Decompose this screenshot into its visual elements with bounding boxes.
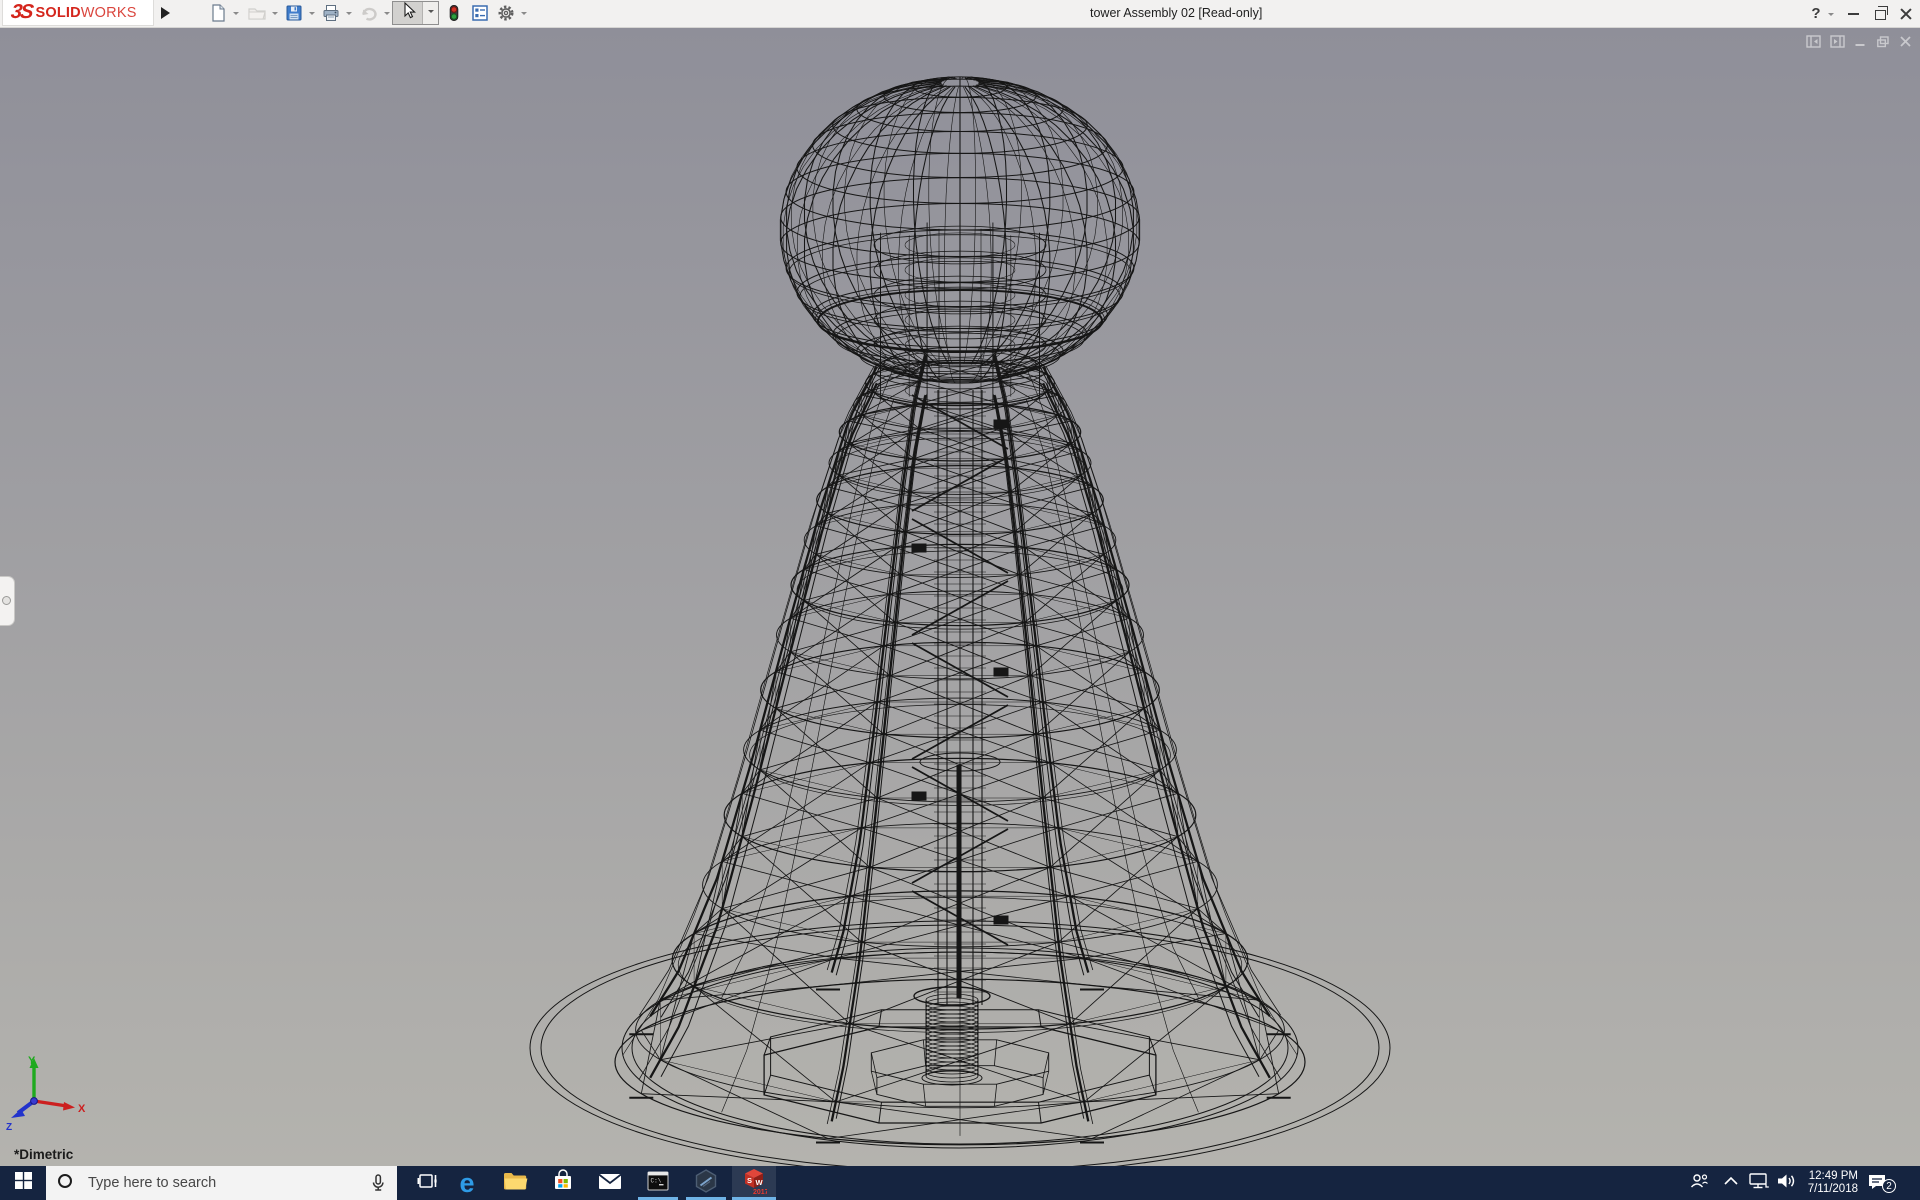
child-minimize-button[interactable]: [1854, 35, 1867, 48]
orientation-triad: Y X Z: [6, 1055, 86, 1133]
clock-time: 12:49 PM: [1808, 1170, 1858, 1182]
open-dropdown-caret[interactable]: [272, 12, 278, 18]
save-dropdown-caret[interactable]: [309, 12, 315, 18]
rebuild-button[interactable]: [444, 3, 466, 24]
undo-arrow-icon: [359, 7, 379, 27]
windows-taskbar: e C:\ SW 2017 12:49 PM 7/11/2018 2: [0, 1166, 1920, 1200]
taskbar-app-solidworks-composer[interactable]: [686, 1166, 726, 1200]
print-button[interactable]: [321, 3, 343, 24]
tray-people-button[interactable]: [1684, 1166, 1714, 1200]
select-tool-button[interactable]: [393, 1, 423, 25]
print-dropdown-caret[interactable]: [346, 12, 352, 18]
close-button[interactable]: [1894, 0, 1918, 27]
feature-tree-collapsed-tab[interactable]: [0, 576, 15, 626]
tray-overflow-button[interactable]: [1718, 1166, 1744, 1200]
right-triangle-icon: [161, 7, 176, 19]
svg-text:W: W: [756, 1178, 764, 1187]
windows-logo-icon: [14, 1172, 32, 1194]
new-document-button[interactable]: [208, 3, 230, 24]
microsoft-store-icon: [551, 1168, 575, 1198]
view-orientation-label: *Dimetric: [14, 1147, 74, 1162]
save-button[interactable]: [284, 3, 306, 24]
clock-date: 7/11/2018: [1807, 1183, 1858, 1195]
show-right-pane-button[interactable]: [1830, 35, 1845, 48]
app-titlebar: 3S SOLID WORKS tower Assembly 02 [Read-on…: [0, 0, 1920, 28]
taskbar-app-file-explorer[interactable]: [495, 1166, 535, 1200]
triad-y-label: Y: [28, 1055, 36, 1067]
task-view-button[interactable]: [408, 1166, 448, 1200]
notification-badge: 2: [1882, 1179, 1896, 1193]
viewport-window-controls: [1806, 35, 1912, 48]
svg-text:C:\: C:\: [651, 1177, 662, 1184]
tray-volume-button[interactable]: [1772, 1166, 1800, 1200]
taskbar-app-store[interactable]: [543, 1166, 583, 1200]
restore-button[interactable]: [1868, 0, 1890, 27]
microphone-icon[interactable]: [370, 1173, 386, 1198]
brand-works: WORKS: [80, 4, 137, 21]
child-close-button[interactable]: [1899, 35, 1912, 48]
options-dropdown-caret[interactable]: [521, 12, 527, 18]
taskbar-app-solidworks[interactable]: S W 2017: [734, 1166, 774, 1200]
help-dropdown-caret[interactable]: [1828, 13, 1834, 19]
svg-text:2017: 2017: [753, 1189, 767, 1195]
solidworks-logo: 3S SOLID WORKS: [2, 0, 154, 26]
mail-icon: [597, 1171, 623, 1196]
document-title: tower Assembly 02 [Read-only]: [1090, 6, 1263, 20]
select-dropdown-caret[interactable]: [423, 2, 438, 24]
cortana-icon[interactable]: [58, 1174, 72, 1188]
child-restore-button[interactable]: [1876, 35, 1890, 48]
cursor-arrow-icon: [399, 1, 417, 25]
dassault-monogram: 3S: [9, 1, 34, 23]
composer-hexagon-icon: [693, 1168, 719, 1199]
taskbar-app-command-prompt[interactable]: C:\: [638, 1166, 678, 1200]
triad-z-label: Z: [6, 1122, 12, 1133]
gear-icon: [496, 5, 516, 27]
task-view-icon: [417, 1171, 439, 1196]
help-button[interactable]: ?: [1806, 0, 1826, 27]
start-button[interactable]: [0, 1166, 46, 1200]
graphics-viewport[interactable]: Y X Z *Dimetric: [0, 27, 1920, 1166]
properties-list-icon: [470, 5, 490, 27]
save-floppy-icon: [284, 5, 304, 27]
search-input[interactable]: [46, 1166, 397, 1200]
taskbar-app-edge[interactable]: e: [447, 1166, 487, 1200]
chevron-up-icon: [1723, 1174, 1739, 1192]
open-folder-icon: [247, 8, 267, 27]
edge-icon: e: [459, 1168, 475, 1198]
minimize-icon: [1847, 12, 1859, 15]
menu-flyout-arrow[interactable]: [158, 4, 172, 22]
undo-button[interactable]: [359, 3, 381, 24]
show-left-pane-button[interactable]: [1806, 35, 1821, 48]
open-button[interactable]: [247, 3, 269, 24]
minimize-button[interactable]: [1842, 0, 1864, 27]
restore-icon: [1875, 6, 1888, 20]
options-button[interactable]: [496, 3, 518, 24]
printer-icon: [321, 5, 341, 27]
tower-wireframe-model: [529, 76, 1391, 1166]
tray-clock[interactable]: 12:49 PM 7/11/2018: [1798, 1170, 1858, 1196]
traffic-light-icon: [444, 5, 464, 27]
close-icon: [1900, 8, 1912, 20]
network-icon: [1747, 1171, 1769, 1196]
triad-x-label: X: [78, 1103, 86, 1115]
brand-solid: SOLID: [35, 4, 81, 21]
tray-network-button[interactable]: [1744, 1166, 1772, 1200]
select-tool-group: [392, 1, 439, 25]
new-dropdown-caret[interactable]: [233, 12, 239, 18]
undo-dropdown-caret[interactable]: [384, 12, 390, 18]
file-explorer-icon: [502, 1170, 528, 1197]
tab-dot-icon: [2, 596, 11, 605]
taskbar-app-mail[interactable]: [590, 1166, 630, 1200]
svg-text:S: S: [747, 1176, 752, 1185]
volume-icon: [1775, 1171, 1797, 1196]
new-document-icon: [208, 4, 228, 27]
task-pane-button[interactable]: [470, 3, 492, 24]
solidworks-2017-icon: S W 2017: [741, 1167, 769, 1200]
command-prompt-icon: C:\: [646, 1170, 670, 1197]
people-icon: [1688, 1171, 1710, 1196]
